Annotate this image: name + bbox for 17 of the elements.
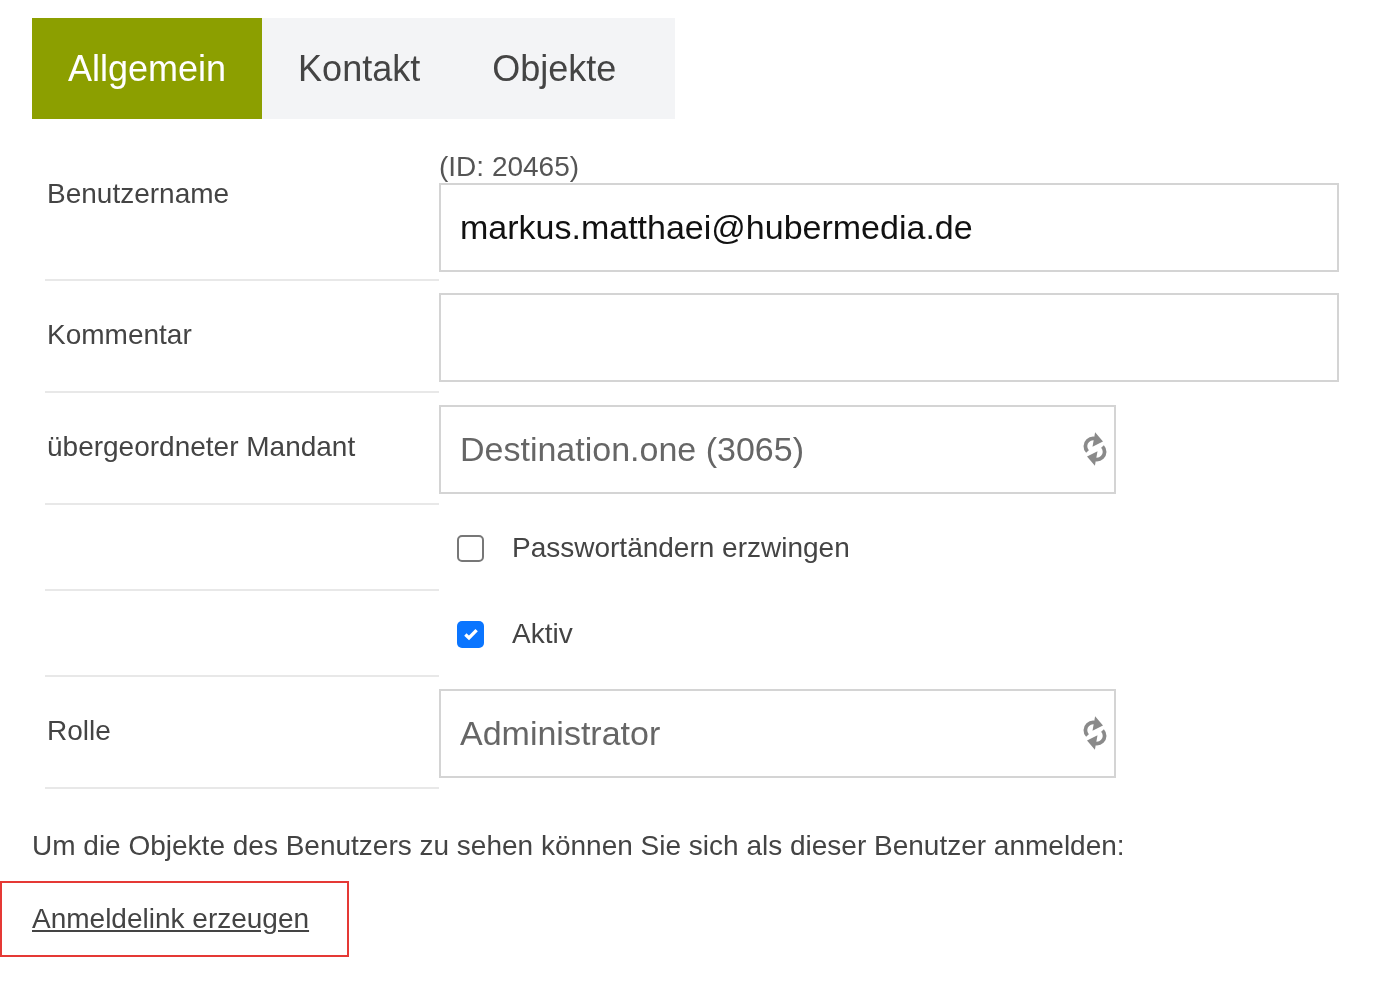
text-field[interactable]: markus.matthaei@hubermedia.de <box>439 182 1339 272</box>
field-label: Kommentar <box>47 318 192 352</box>
checkbox-label: Passwortändern erzwingen <box>512 531 850 565</box>
tab[interactable]: Kontakt <box>262 18 457 119</box>
field-label: Rolle <box>47 714 111 748</box>
login-link[interactable]: Anmeldelink erzeugen <box>32 898 310 940</box>
checkbox[interactable] <box>457 620 484 648</box>
select-field[interactable]: Destination.one (3065) <box>439 404 1116 494</box>
field-label: übergeordneter Mandant <box>47 430 356 464</box>
field-label: Benutzername <box>47 177 230 211</box>
text-field[interactable] <box>439 292 1339 382</box>
id-note: (ID: 20465) <box>439 150 581 183</box>
select-field[interactable]: Administrator <box>439 688 1116 778</box>
tab[interactable]: Objekte <box>456 18 653 119</box>
checkbox[interactable] <box>457 534 484 562</box>
checkbox-label: Aktiv <box>512 617 573 651</box>
hint-text: Um die Objekte des Benutzers zu sehen können Sie sich als dieser Benutzer anmelden: <box>32 830 1125 861</box>
